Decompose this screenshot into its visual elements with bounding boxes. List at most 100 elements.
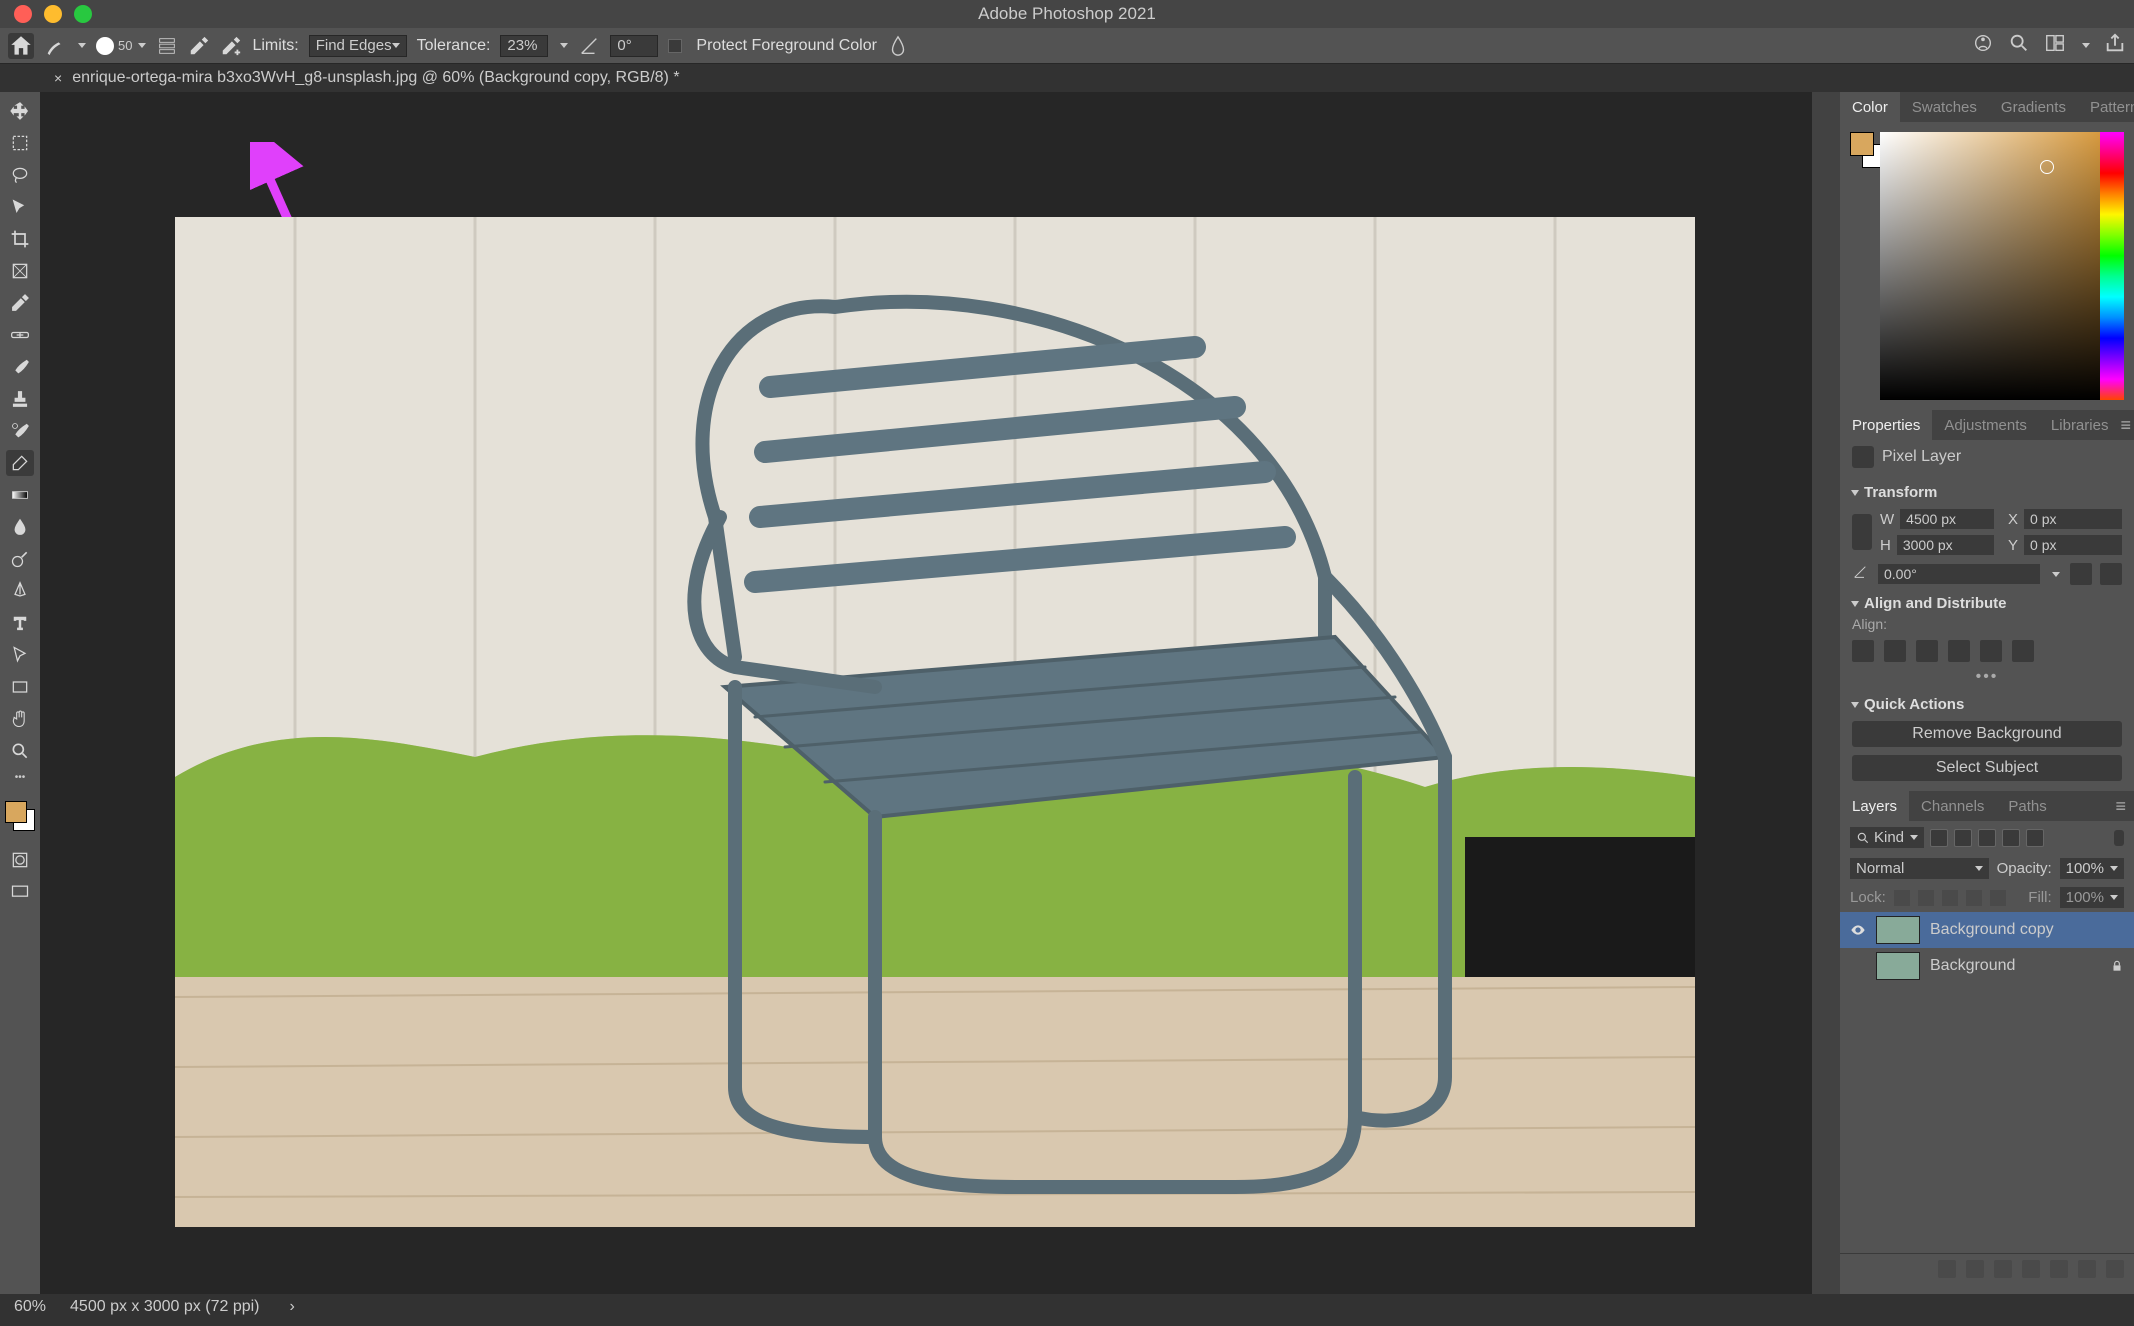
section-transform[interactable]: Transform	[1852, 484, 2122, 501]
section-align[interactable]: Align and Distribute	[1852, 595, 2122, 612]
tab-gradients[interactable]: Gradients	[1989, 92, 2078, 122]
align-hcenter-icon[interactable]	[1884, 640, 1906, 662]
color-fgbg-swatch[interactable]	[1850, 132, 1880, 400]
tolerance-input[interactable]: 23%	[500, 35, 548, 57]
filter-smart-icon[interactable]	[2026, 829, 2044, 847]
link-wh-icon[interactable]	[1852, 514, 1872, 550]
remove-background-button[interactable]: Remove Background	[1852, 721, 2122, 747]
color-field[interactable]	[1880, 132, 2100, 400]
protect-fg-checkbox[interactable]	[668, 39, 682, 53]
trash-icon[interactable]	[2106, 1260, 2124, 1278]
tab-swatches[interactable]: Swatches	[1900, 92, 1989, 122]
eraser-tool[interactable]	[6, 450, 34, 476]
width-input[interactable]: 4500 px	[1900, 509, 1994, 529]
screen-mode-icon[interactable]	[6, 879, 34, 905]
selection-tool[interactable]	[6, 194, 34, 220]
document-canvas[interactable]	[175, 217, 1695, 1227]
gradient-tool[interactable]	[6, 482, 34, 508]
current-tool-icon[interactable]	[44, 35, 66, 57]
tab-libraries[interactable]: Libraries	[2039, 410, 2121, 440]
layer-thumbnail[interactable]	[1876, 916, 1920, 944]
blend-mode-select[interactable]: Normal	[1850, 858, 1989, 879]
opacity-input[interactable]: 100%	[2060, 858, 2124, 879]
share-icon[interactable]	[2104, 32, 2126, 59]
color-swatches[interactable]	[5, 801, 35, 831]
canvas-area[interactable]	[40, 92, 1812, 1294]
dodge-tool[interactable]	[6, 546, 34, 572]
home-button[interactable]	[8, 33, 34, 59]
link-layers-icon[interactable]	[1938, 1260, 1956, 1278]
brush-tool[interactable]	[6, 354, 34, 380]
close-tab-icon[interactable]: ×	[54, 70, 62, 86]
tab-properties[interactable]: Properties	[1840, 410, 1932, 440]
panel-menu-icon[interactable]: ≡	[2120, 415, 2134, 436]
zoom-value[interactable]: 60%	[14, 1298, 46, 1316]
layer-name[interactable]: Background	[1930, 957, 2015, 975]
more-icon[interactable]: •••	[1852, 668, 2122, 686]
align-vcenter-icon[interactable]	[1980, 640, 2002, 662]
eyedropper-tool[interactable]	[6, 290, 34, 316]
minimize-window-icon[interactable]	[44, 5, 62, 23]
panel-menu-icon[interactable]: ≡	[2115, 796, 2134, 817]
flip-vertical-icon[interactable]	[2100, 563, 2122, 585]
close-window-icon[interactable]	[14, 5, 32, 23]
tab-channels[interactable]: Channels	[1909, 791, 1996, 821]
tab-layers[interactable]: Layers	[1840, 791, 1909, 821]
healing-tool[interactable]	[6, 322, 34, 348]
tab-color[interactable]: Color	[1840, 92, 1900, 122]
pen-tool[interactable]	[6, 578, 34, 604]
workspace-switcher-icon[interactable]	[2044, 32, 2066, 59]
type-tool[interactable]	[6, 610, 34, 636]
fx-icon[interactable]	[1966, 1260, 1984, 1278]
tab-paths[interactable]: Paths	[1996, 791, 2058, 821]
stamp-tool[interactable]	[6, 386, 34, 412]
x-input[interactable]: 0 px	[2024, 509, 2122, 529]
filter-type-icon[interactable]	[1978, 829, 1996, 847]
cloud-docs-icon[interactable]	[1972, 32, 1994, 59]
layer-item[interactable]: Background copy	[1840, 912, 2134, 948]
layer-name[interactable]: Background copy	[1930, 921, 2054, 939]
pressure-icon[interactable]	[887, 35, 909, 57]
brush-angle-input[interactable]: 0°	[610, 35, 658, 57]
filter-adjust-icon[interactable]	[1954, 829, 1972, 847]
new-layer-icon[interactable]	[2078, 1260, 2096, 1278]
select-subject-button[interactable]: Select Subject	[1852, 755, 2122, 781]
more-tools-icon[interactable]: •••	[15, 772, 26, 783]
chevron-down-icon[interactable]	[2082, 43, 2090, 48]
path-select-tool[interactable]	[6, 642, 34, 668]
brush-settings-icon[interactable]	[156, 35, 178, 57]
foreground-swatch[interactable]	[5, 801, 27, 823]
search-icon[interactable]	[2008, 32, 2030, 59]
align-bottom-icon[interactable]	[2012, 640, 2034, 662]
filter-kind-select[interactable]: Kind	[1850, 827, 1924, 848]
filter-toggle[interactable]	[2114, 830, 2124, 846]
align-left-icon[interactable]	[1852, 640, 1874, 662]
move-tool[interactable]	[6, 98, 34, 124]
height-input[interactable]: 3000 px	[1897, 535, 1994, 555]
document-info[interactable]: 4500 px x 3000 px (72 ppi)	[70, 1298, 259, 1316]
filter-shape-icon[interactable]	[2002, 829, 2020, 847]
mask-icon[interactable]	[1994, 1260, 2012, 1278]
lasso-tool[interactable]	[6, 162, 34, 188]
sampling-eyedropper-icon[interactable]	[188, 35, 210, 57]
crop-tool[interactable]	[6, 226, 34, 252]
hand-tool[interactable]	[6, 706, 34, 732]
fill-input[interactable]: 100%	[2060, 887, 2124, 908]
shape-tool[interactable]	[6, 674, 34, 700]
align-top-icon[interactable]	[1948, 640, 1970, 662]
y-input[interactable]: 0 px	[2024, 535, 2122, 555]
tab-adjustments[interactable]: Adjustments	[1932, 410, 2039, 440]
visibility-icon[interactable]	[1850, 958, 1866, 974]
group-icon[interactable]	[2050, 1260, 2068, 1278]
limits-select[interactable]: Find Edges	[309, 35, 407, 57]
angle-input[interactable]: 0.00°	[1878, 564, 2040, 584]
quick-mask-icon[interactable]	[6, 847, 34, 873]
chevron-right-icon[interactable]: ›	[290, 1298, 295, 1316]
lock-image-icon[interactable]	[1918, 890, 1934, 906]
section-quick-actions[interactable]: Quick Actions	[1852, 696, 2122, 713]
align-right-icon[interactable]	[1916, 640, 1938, 662]
layer-item[interactable]: Background	[1840, 948, 2134, 984]
lock-all-icon[interactable]	[1990, 890, 2006, 906]
blur-tool[interactable]	[6, 514, 34, 540]
filter-pixel-icon[interactable]	[1930, 829, 1948, 847]
